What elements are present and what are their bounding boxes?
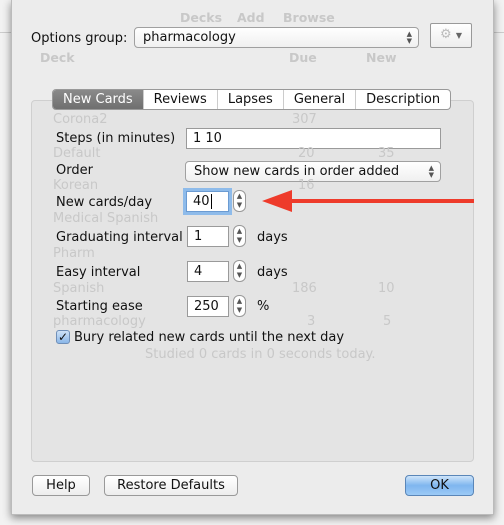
help-button[interactable]: Help [32, 475, 90, 496]
steps-label: Steps (in minutes) [56, 131, 176, 146]
tab-lapses[interactable]: Lapses [218, 90, 284, 109]
new-cards-day-stepper[interactable]: ▲ ▼ [233, 190, 246, 212]
chevron-down-icon: ▼ [455, 31, 462, 40]
tab-general[interactable]: General [284, 90, 357, 109]
starting-ease-label: Starting ease [56, 299, 143, 314]
graduating-interval-stepper[interactable]: ▲ ▼ [233, 225, 246, 247]
graduating-unit: days [257, 230, 288, 245]
tab-bar: New Cards Reviews Lapses General Descrip… [52, 89, 452, 110]
new-cards-day-value: 40 [193, 194, 210, 209]
order-value: Show new cards in order added [194, 164, 400, 179]
gear-menu-button[interactable]: ⚙ ▼ [430, 23, 472, 48]
order-select[interactable]: Show new cards in order added ▲ ▼ [185, 161, 441, 182]
graduating-interval-input[interactable]: 1 [187, 226, 229, 247]
options-group-select[interactable]: pharmacology ▲ ▼ [134, 27, 419, 48]
steps-input[interactable]: 1 10 [186, 128, 441, 149]
bury-label: Bury related new cards until the next da… [74, 330, 345, 345]
annotation-arrow [262, 190, 474, 212]
tab-panel [31, 100, 474, 462]
easy-unit: days [257, 265, 288, 280]
tab-new-cards[interactable]: New Cards [53, 90, 144, 109]
starting-ease-stepper[interactable]: ▲ ▼ [233, 295, 246, 317]
options-group-label: Options group: [31, 31, 128, 46]
starting-ease-unit: % [257, 299, 270, 314]
easy-interval-label: Easy interval [56, 265, 141, 280]
updown-arrows-icon: ▲ ▼ [406, 30, 412, 45]
new-cards-day-input[interactable]: 40 [186, 191, 229, 212]
ok-button[interactable]: OK [405, 475, 474, 496]
tab-description[interactable]: Description [356, 90, 450, 109]
easy-interval-stepper[interactable]: ▲ ▼ [233, 260, 246, 282]
gear-icon: ⚙ [440, 27, 452, 42]
arrow-head-icon [262, 190, 292, 212]
new-cards-day-label: New cards/day [56, 195, 153, 210]
order-label: Order [56, 163, 93, 178]
graduating-interval-label: Graduating interval [56, 230, 183, 245]
options-group-value: pharmacology [143, 30, 236, 45]
tab-reviews[interactable]: Reviews [144, 90, 218, 109]
updown-arrows-icon: ▲ ▼ [428, 164, 434, 179]
bury-checkbox[interactable]: ✓ [56, 330, 70, 344]
easy-interval-input[interactable]: 4 [187, 261, 229, 282]
restore-defaults-button[interactable]: Restore Defaults [104, 475, 238, 496]
starting-ease-input[interactable]: 250 [187, 296, 229, 317]
